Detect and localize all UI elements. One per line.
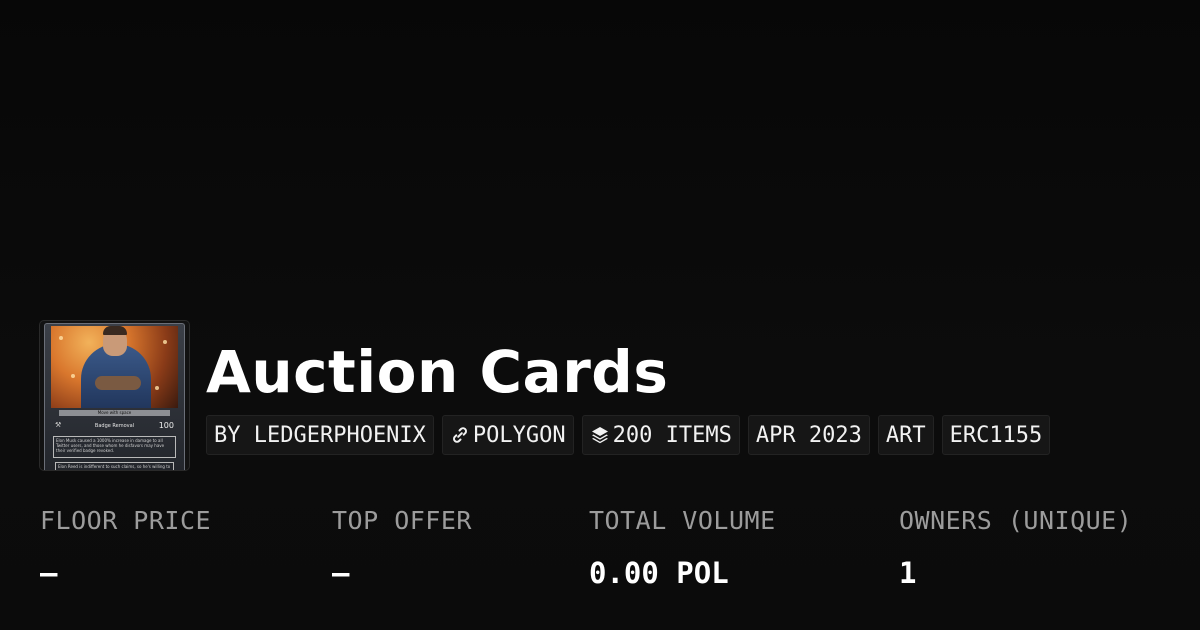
card-figure-hair (103, 326, 127, 335)
polygon-link-icon (450, 425, 470, 445)
floor-price-label: FLOOR PRICE (40, 506, 212, 535)
tag-creator[interactable]: BY LEDGERPHOENIX (206, 415, 434, 455)
tag-date[interactable]: APR 2023 (747, 415, 870, 455)
top-offer-label: TOP OFFER (332, 506, 472, 535)
stat-owners: OWNERS (UNIQUE) 1 (899, 505, 1132, 591)
card-figure-arms (95, 376, 141, 390)
tag-category[interactable]: ART (877, 415, 934, 455)
top-offer-value: – (332, 556, 350, 590)
tag-standard-label: ERC1155 (949, 422, 1043, 448)
tag-items-label: 200 ITEMS (612, 422, 732, 448)
card-description: Elon Musk caused a 1000% increase in dam… (53, 436, 176, 458)
stat-floor-price: FLOOR PRICE – (40, 505, 211, 591)
tag-items[interactable]: 200 ITEMS (581, 415, 740, 455)
collection-thumbnail[interactable]: Move with space ⚒ Badge Removal 100 Elon… (40, 321, 189, 470)
card-image: Move with space ⚒ Badge Removal 100 Elon… (44, 323, 185, 470)
tag-category-label: ART (885, 422, 926, 448)
spark-decoration (155, 386, 159, 390)
tag-chain[interactable]: POLYGON (441, 415, 574, 455)
owners-value: 1 (899, 556, 917, 590)
stat-top-offer: TOP OFFER – (332, 505, 472, 591)
tag-creator-label: BY LEDGERPHOENIX (214, 422, 426, 448)
total-volume-label: TOTAL VOLUME (589, 506, 776, 535)
card-description-secondary: Elon Reed is indifferent to such claims,… (55, 462, 174, 470)
spark-decoration (163, 340, 167, 344)
collection-tags: BY LEDGERPHOENIX POLYGON 200 ITEMS APR 2… (206, 415, 1051, 455)
card-value: 100 (158, 421, 174, 430)
collection-title: Auction Cards (206, 338, 669, 406)
card-title: Badge Removal (94, 423, 135, 429)
stat-total-volume: TOTAL VOLUME 0.00 POL (589, 505, 776, 591)
floor-price-value: – (40, 556, 58, 590)
spark-decoration (59, 336, 63, 340)
layers-icon (590, 425, 610, 445)
owners-label: OWNERS (UNIQUE) (899, 506, 1133, 535)
card-caption: Move with space (59, 410, 170, 416)
card-artwork (51, 326, 178, 408)
tag-standard[interactable]: ERC1155 (941, 415, 1051, 455)
tag-chain-label: POLYGON (472, 422, 566, 448)
spark-decoration (71, 374, 75, 378)
tag-date-label: APR 2023 (755, 422, 862, 448)
total-volume-value: 0.00 POL (589, 556, 729, 590)
